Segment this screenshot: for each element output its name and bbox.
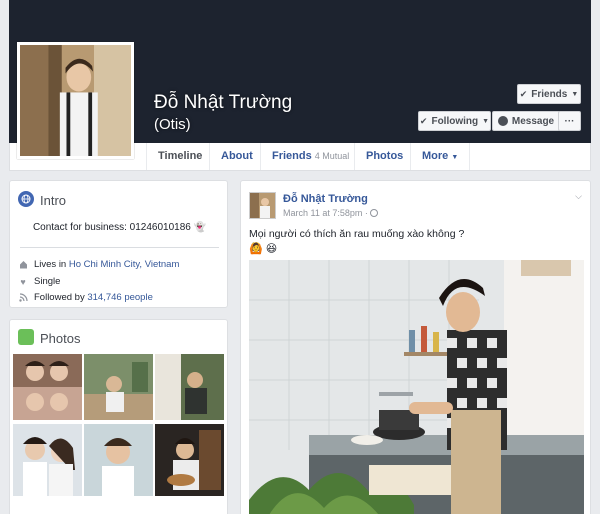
tab-more[interactable]: More ▼ xyxy=(410,143,471,170)
profile-alternate-name: (Otis) xyxy=(154,116,191,133)
messenger-icon xyxy=(497,116,508,126)
check-icon: ✔ xyxy=(419,115,428,126)
photo-thumbnail[interactable] xyxy=(13,354,82,420)
photo-thumbnail[interactable] xyxy=(155,354,224,420)
more-options-button[interactable]: ··· xyxy=(558,111,581,131)
photos-card: Photos xyxy=(9,319,228,514)
lives-in-label: Lives in xyxy=(34,259,67,270)
post-photo[interactable] xyxy=(249,260,584,514)
post-emojis: 🙆 😆 xyxy=(249,243,278,255)
post-options-chevron-icon[interactable]: ⌵ xyxy=(575,191,582,202)
chevron-down-icon: ▼ xyxy=(571,90,579,98)
post-timestamp: March 11 at 7:58pm · xyxy=(283,208,379,218)
photo-thumbnail[interactable] xyxy=(13,424,82,496)
intro-relationship: ♥ Single xyxy=(18,276,60,287)
globe-icon xyxy=(18,191,34,207)
intro-followers: Followed by 314,746 people xyxy=(18,292,153,303)
more-options-icon: ··· xyxy=(564,115,575,127)
photo-thumbnail[interactable] xyxy=(84,354,153,420)
globe-icon xyxy=(370,209,379,217)
rss-icon xyxy=(18,293,28,303)
friends-icon: ✔ xyxy=(519,88,528,99)
followers-count-link[interactable]: 314,746 people xyxy=(87,292,153,303)
intro-lives-in: Lives in Ho Chi Minh City, Vietnam xyxy=(18,259,179,270)
intro-contact-text: Contact for business: 01246010186 xyxy=(32,222,191,233)
lives-in-city-link[interactable]: Ho Chi Minh City, Vietnam xyxy=(69,259,180,270)
profile-name[interactable]: Đỗ Nhật Trường xyxy=(154,92,292,114)
friends-button-label: Friends xyxy=(531,88,568,100)
tab-photos[interactable]: Photos xyxy=(354,143,414,170)
post-author-name[interactable]: Đỗ Nhật Trường xyxy=(283,193,368,205)
tab-more-label: More xyxy=(422,150,449,162)
chevron-down-icon: ▼ xyxy=(451,154,459,161)
tab-about[interactable]: About xyxy=(209,143,264,170)
intro-title: Intro xyxy=(40,193,67,208)
chevron-down-icon: ▼ xyxy=(482,117,490,125)
intro-card: Intro Contact for business: 01246010186 … xyxy=(9,180,228,308)
photos-title[interactable]: Photos xyxy=(40,331,80,346)
friends-button[interactable]: ✔ Friends ▼ xyxy=(517,84,581,104)
message-button-label: Message xyxy=(511,115,555,127)
message-button[interactable]: Message xyxy=(492,111,560,131)
following-button-label: Following xyxy=(431,115,479,127)
followed-by-label: Followed by xyxy=(34,292,85,303)
home-icon xyxy=(18,260,28,270)
timeline-post: Đỗ Nhật Trường March 11 at 7:58pm · ⌵ Mọ… xyxy=(240,180,591,514)
tab-friends[interactable]: Friends 4 Mutual xyxy=(260,143,360,170)
profile-picture[interactable] xyxy=(17,42,134,159)
post-text: Mọi người có thích ăn rau muống xào khôn… xyxy=(249,228,465,240)
mutual-friends-count: 4 Mutual xyxy=(314,151,350,161)
ghost-emoji-icon: 👻 xyxy=(193,222,207,233)
intro-divider xyxy=(20,247,219,248)
photos-icon xyxy=(18,329,34,345)
photo-thumbnail[interactable] xyxy=(155,424,224,496)
photo-thumbnail[interactable] xyxy=(84,424,153,496)
post-timestamp-text[interactable]: March 11 at 7:58pm · xyxy=(283,208,368,218)
heart-icon: ♥ xyxy=(20,276,26,287)
following-button[interactable]: ✔ Following ▼ xyxy=(418,111,491,131)
tab-timeline[interactable]: Timeline xyxy=(146,143,213,170)
tab-friends-label: Friends xyxy=(272,150,312,162)
post-author-avatar[interactable] xyxy=(249,192,276,219)
relationship-status: Single xyxy=(34,276,61,287)
intro-bio: Contact for business: 01246010186 👻 xyxy=(10,222,229,233)
